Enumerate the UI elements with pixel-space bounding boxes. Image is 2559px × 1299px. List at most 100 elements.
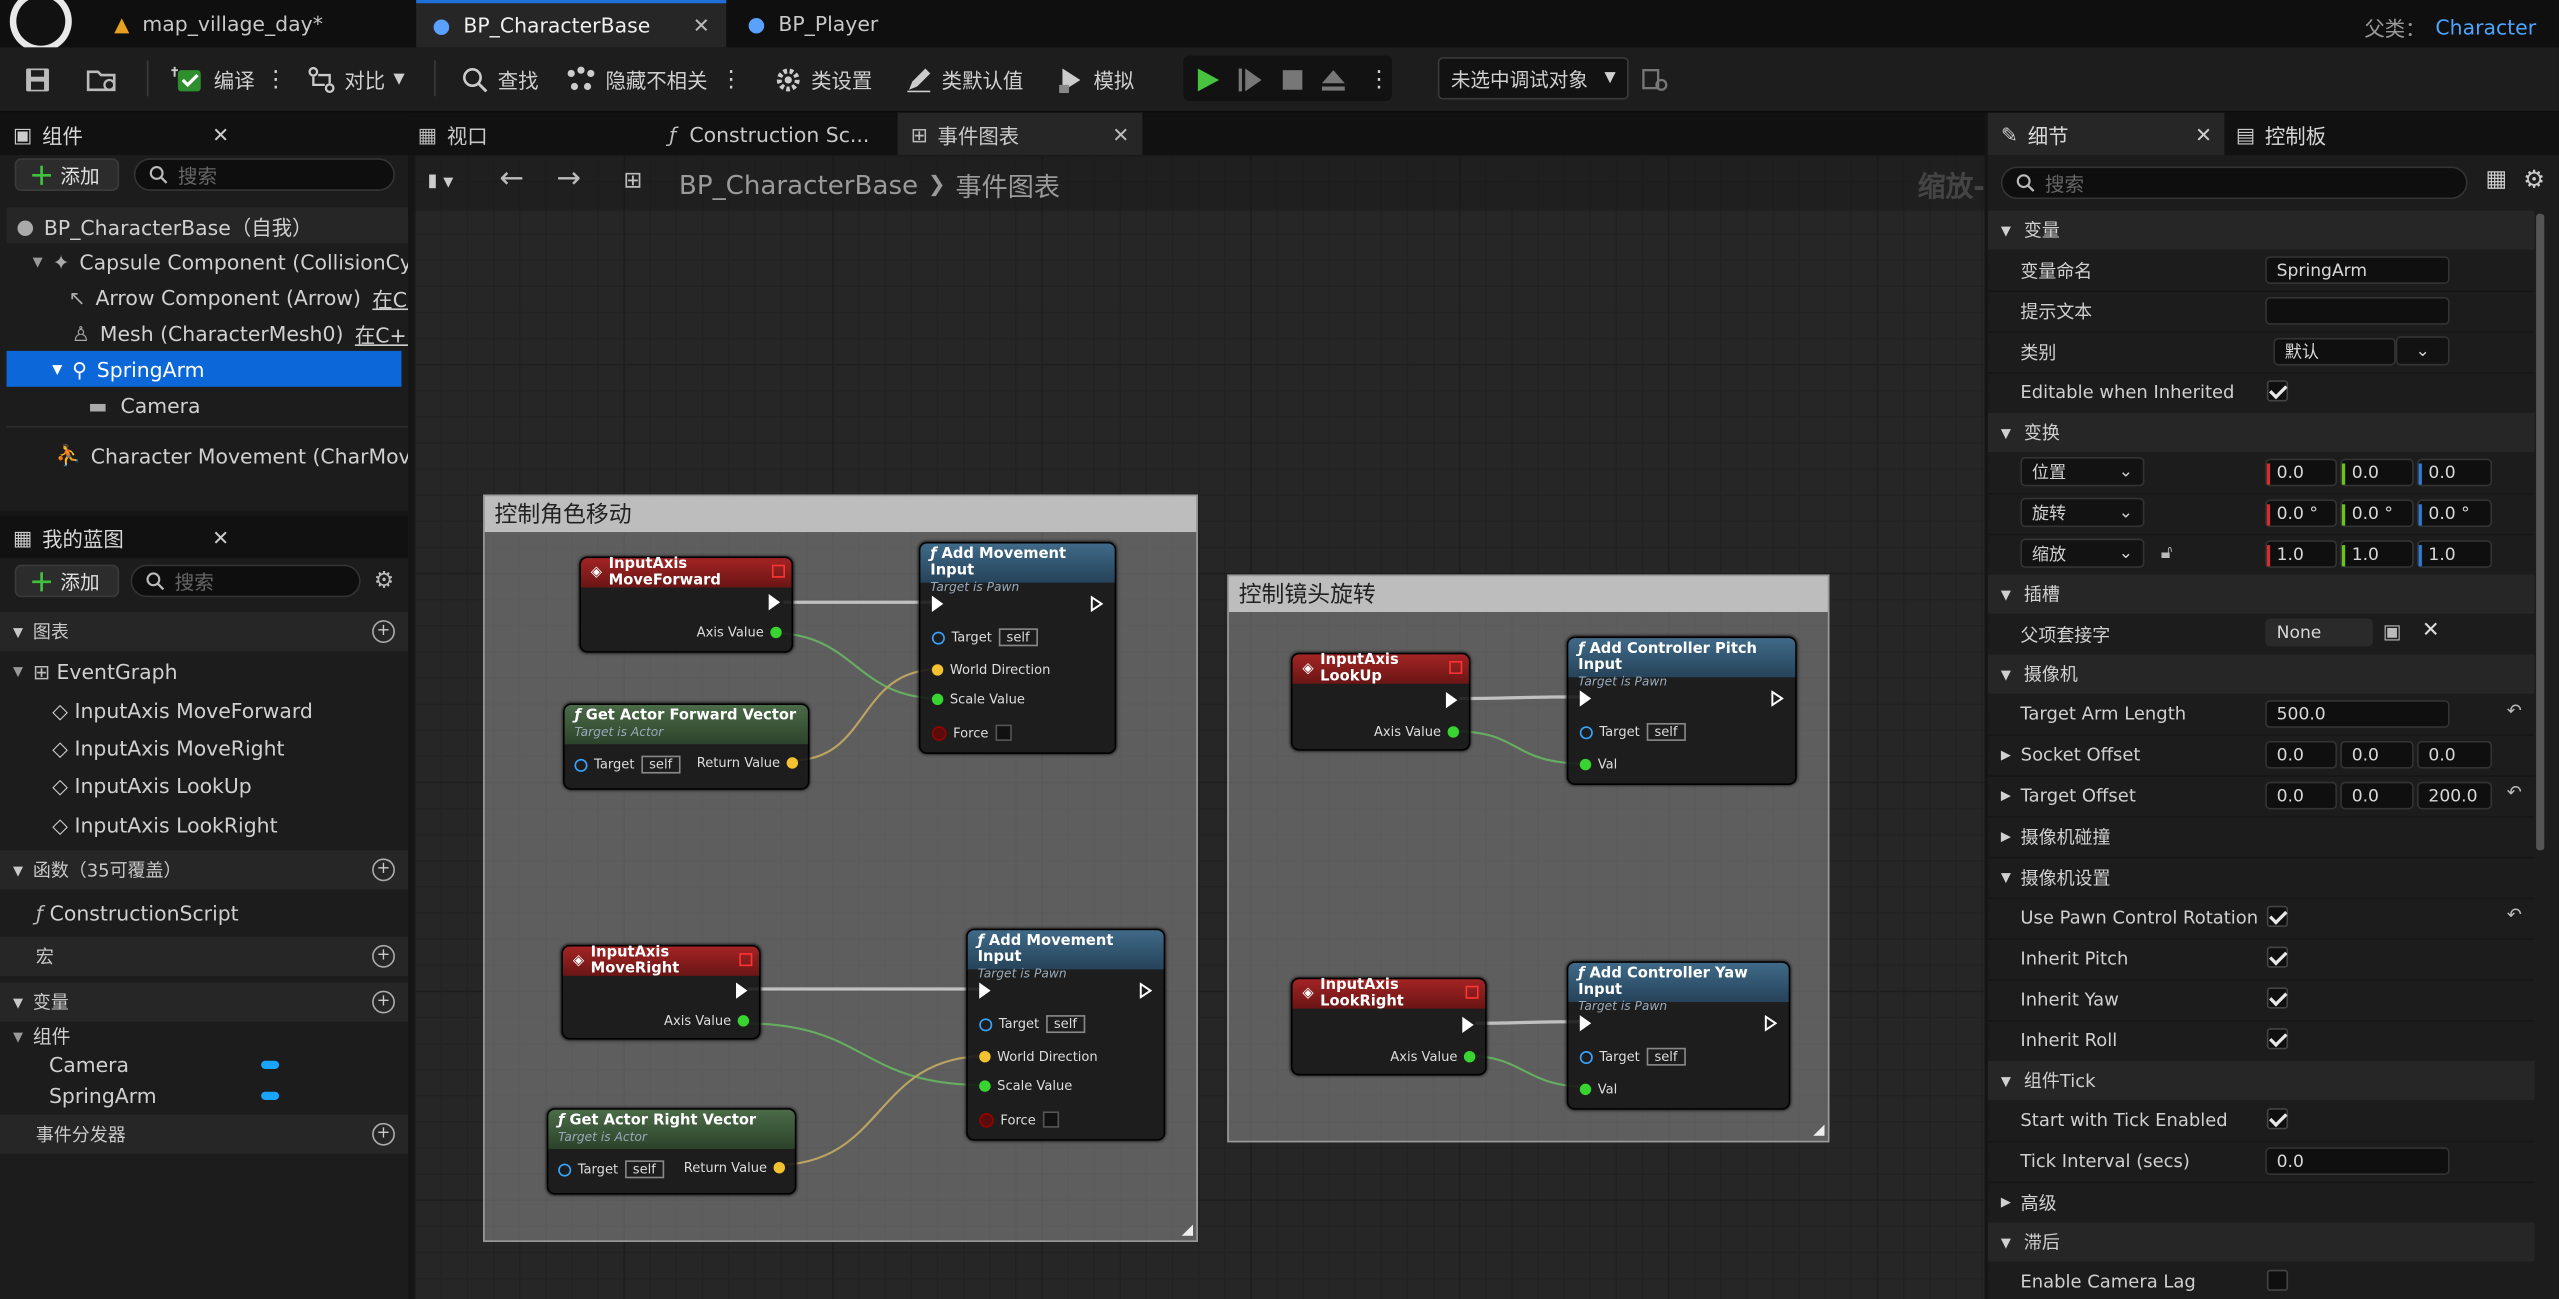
reset-to-default-icon[interactable]: ↶ xyxy=(2507,904,2522,925)
node-add-movement-input[interactable]: ƒ Add Movement Input Target is Pawn Targe… xyxy=(966,928,1166,1141)
node-inputaxis-lookright[interactable]: ◈ InputAxis LookRight Axis Value xyxy=(1290,977,1487,1076)
target-pin[interactable]: Target self xyxy=(1579,722,1686,741)
val-pin[interactable]: Val xyxy=(1579,1082,1617,1097)
add-dispatcher-icon[interactable]: + xyxy=(372,1122,395,1146)
exec-in-pin[interactable] xyxy=(1579,1015,1592,1032)
force-checkbox[interactable] xyxy=(1042,1111,1059,1128)
force-checkbox[interactable] xyxy=(994,724,1012,741)
clear-icon[interactable]: ✕ xyxy=(2422,619,2440,643)
axis-value-pin[interactable]: Axis Value xyxy=(697,625,782,640)
hide-unrelated-button[interactable]: 隐藏不相关 xyxy=(565,47,707,111)
row-camera-settings[interactable]: ▼ 摄像机设置 xyxy=(1987,857,2535,900)
tree-item-construction-script[interactable]: ƒ ConstructionScript xyxy=(0,894,408,930)
tick-interval-input[interactable]: 0.0 xyxy=(2265,1147,2450,1176)
event-delegate-pin[interactable] xyxy=(1449,660,1463,675)
section-functions[interactable]: ▼ 函数（35可覆盖） + xyxy=(0,850,408,890)
target-pin[interactable]: Target self xyxy=(979,1015,1086,1034)
node-inputaxis-moveforward[interactable]: ◈ InputAxis MoveForward Axis Value xyxy=(579,556,794,653)
section-transform[interactable]: ▼ 变换 xyxy=(1987,412,2535,453)
tab-details[interactable]: ✎ 细节 ✕ xyxy=(1987,112,2225,156)
tree-item-mesh[interactable]: ♙ Mesh (CharacterMesh0) 在C++中 xyxy=(7,315,408,351)
exec-out-pin[interactable] xyxy=(1764,1015,1778,1032)
components-search-input[interactable]: 搜索 xyxy=(133,158,395,191)
tab-dashboard[interactable]: ▤ 控制板 xyxy=(2236,113,2326,155)
parent-class-link[interactable]: Character xyxy=(2435,15,2536,39)
debug-target-dropdown[interactable]: 未选中调试对象 ▼ xyxy=(1437,57,1629,100)
tree-item-self[interactable]: ● BP_CharacterBase（自我） xyxy=(6,207,408,244)
add-blueprint-item-button[interactable]: ＋ 添加 xyxy=(14,564,120,598)
axis-value-pin[interactable]: Axis Value xyxy=(1390,1049,1476,1064)
category-dropdown[interactable]: ⌄ xyxy=(2395,336,2450,366)
simulate-button[interactable]: 模拟 xyxy=(1056,47,1134,111)
rotation-mode-dropdown[interactable]: 旋转 ⌄ xyxy=(2020,497,2145,528)
event-delegate-pin[interactable] xyxy=(771,564,785,578)
node-inputaxis-lookup[interactable]: ◈ InputAxis LookUp Axis Value xyxy=(1290,652,1471,751)
socket-offset-y-input[interactable]: 0.0 xyxy=(2340,740,2414,769)
save-button[interactable] xyxy=(23,47,52,111)
node-add-controller-yaw-input[interactable]: ƒ Add Controller Yaw Input Target is Pawn… xyxy=(1566,961,1791,1110)
hide-unrelated-options-icon[interactable]: ⋮ xyxy=(720,47,743,111)
scale-x-input[interactable]: 1.0 xyxy=(2265,540,2338,568)
section-macros[interactable]: 宏 + xyxy=(0,936,408,976)
row-advanced[interactable]: ▶ 高级 xyxy=(1987,1182,2535,1224)
event-delegate-pin[interactable] xyxy=(739,953,753,967)
add-variable-icon[interactable]: + xyxy=(372,990,395,1014)
tab-bp-characterbase[interactable]: ● BP_CharacterBase ✕ xyxy=(416,0,727,48)
step-button[interactable] xyxy=(1237,47,1263,111)
location-x-input[interactable]: 0.0 xyxy=(2265,458,2338,487)
unlock-icon[interactable]: 🔓︎ xyxy=(2161,542,2173,565)
add-macro-icon[interactable]: + xyxy=(372,944,395,968)
compile-button[interactable]: 编译 xyxy=(170,47,255,111)
reset-to-default-icon[interactable]: ↶ xyxy=(2507,782,2522,803)
browse-socket-icon[interactable]: ▣ xyxy=(2383,620,2402,643)
table-view-icon[interactable]: ▦ xyxy=(2486,166,2508,192)
target-pin[interactable]: Target self xyxy=(574,755,681,774)
location-mode-dropdown[interactable]: 位置 ⌄ xyxy=(2020,456,2145,487)
exec-out-pin[interactable] xyxy=(1445,691,1458,709)
tab-viewport[interactable]: ▦ 视口 xyxy=(418,113,488,155)
node-add-movement-input[interactable]: ƒ Add Movement Input Target is Pawn Targe… xyxy=(918,541,1117,754)
exec-out-pin[interactable] xyxy=(1139,982,1153,999)
tab-bp-player[interactable]: ● BP_Player xyxy=(734,0,1044,47)
find-button[interactable]: 查找 xyxy=(460,47,539,111)
target-pin[interactable]: Target self xyxy=(1579,1047,1686,1066)
close-panel-icon[interactable]: ✕ xyxy=(2195,122,2212,146)
exec-out-pin[interactable] xyxy=(768,594,781,611)
scale-value-pin[interactable]: Scale Value xyxy=(931,692,1025,707)
tree-item-capsule[interactable]: ▼ ✦ Capsule Component (CollisionCylinder… xyxy=(7,243,408,279)
target-offset-z-input[interactable]: 200.0 xyxy=(2416,781,2493,810)
start-with-tick-enabled-checkbox[interactable] xyxy=(2266,1108,2289,1130)
play-options-icon[interactable]: ⋮ xyxy=(1368,47,1391,111)
node-inputaxis-moveright[interactable]: ◈ InputAxis MoveRight Axis Value xyxy=(561,944,761,1040)
my-blueprint-search-input[interactable]: 搜索 xyxy=(130,564,361,598)
axis-value-pin[interactable]: Axis Value xyxy=(1374,725,1460,739)
world-direction-pin[interactable]: World Direction xyxy=(931,663,1050,677)
exec-out-pin[interactable] xyxy=(736,982,748,999)
tree-item-event[interactable]: ◇ InputAxis LookUp xyxy=(0,767,408,803)
play-button[interactable] xyxy=(1195,47,1221,111)
rotation-z-input[interactable]: 0.0 ° xyxy=(2416,499,2493,528)
close-panel-icon[interactable]: ✕ xyxy=(212,525,229,549)
tab-construction-script[interactable]: ƒ Construction Sc... xyxy=(669,113,869,155)
rotation-y-input[interactable]: 0.0 ° xyxy=(2340,499,2414,528)
event-delegate-pin[interactable] xyxy=(1465,985,1479,999)
location-z-input[interactable]: 0.0 xyxy=(2416,458,2493,487)
tooltip-input[interactable] xyxy=(2265,297,2450,325)
parent-socket-value[interactable]: None xyxy=(2265,618,2373,647)
section-variables[interactable]: ▼ 变量 + xyxy=(0,982,408,1022)
section-lag[interactable]: ▼ 滞后 xyxy=(1987,1222,2535,1262)
scale-value-pin[interactable]: Scale Value xyxy=(979,1079,1072,1093)
socket-offset-x-input[interactable]: 0.0 xyxy=(2265,740,2338,769)
val-pin[interactable]: Val xyxy=(1579,757,1617,772)
diff-button[interactable]: 对比 ▼ xyxy=(307,47,405,111)
tree-item-eventgraph[interactable]: ▼ ⊞ EventGraph xyxy=(0,653,408,689)
tree-item-character-movement[interactable]: ⛹ Character Movement (CharMoveComp) xyxy=(7,437,408,473)
tree-item-event[interactable]: ◇ InputAxis MoveRight xyxy=(0,730,408,766)
class-settings-button[interactable]: 类设置 xyxy=(774,47,872,111)
node-get-actor-right-vector[interactable]: ƒ Get Actor Right Vector Target is Actor … xyxy=(546,1108,797,1195)
details-search-input[interactable]: 搜索 xyxy=(2000,166,2468,200)
tree-item-camera[interactable]: ▬ Camera xyxy=(7,387,408,423)
event-graph-canvas[interactable]: ▮ ▼ ← → ⊞ BP_CharacterBase ❯ 事件图表 缩放-3 xyxy=(414,155,1985,1299)
row-camera-collision[interactable]: ▶ 摄像机碰撞 xyxy=(1987,816,2535,859)
exec-out-pin[interactable] xyxy=(1462,1016,1474,1034)
